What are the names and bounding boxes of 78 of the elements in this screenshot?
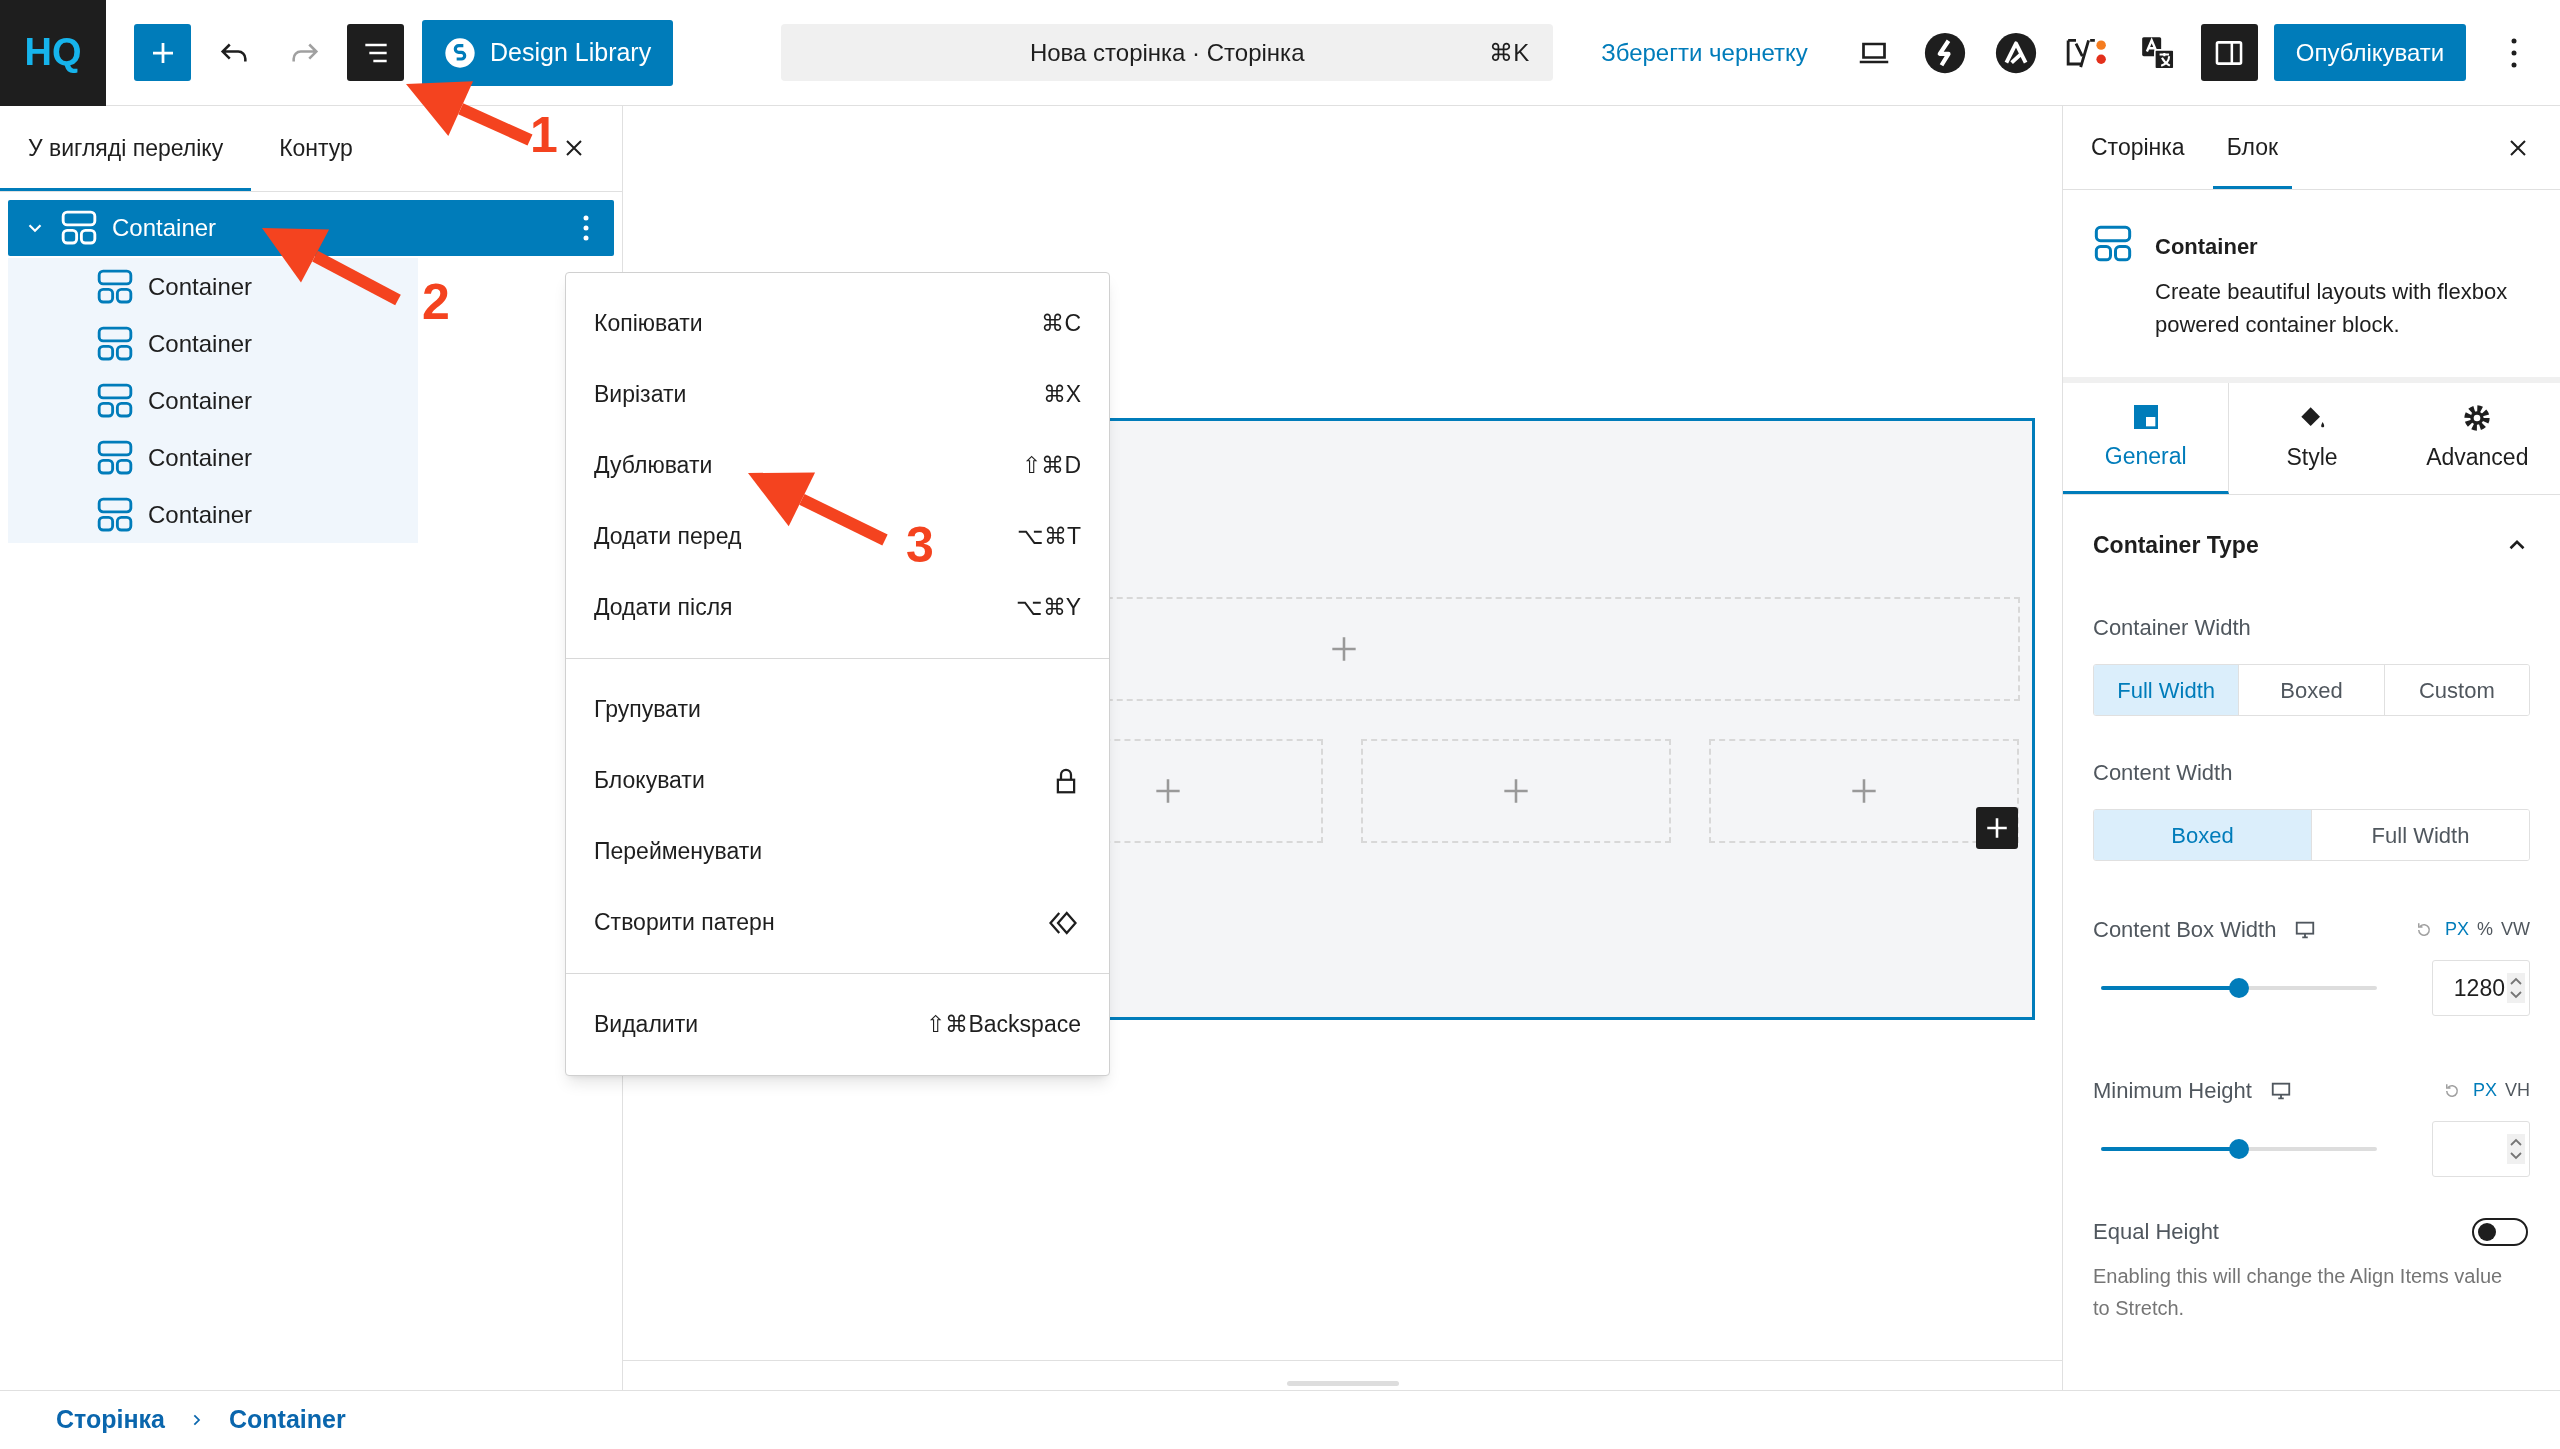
logo-icon [444,36,476,69]
field-label: Equal Height [2093,1218,2219,1246]
container-icon [2093,224,2133,264]
container-icon [60,209,98,247]
add-icon [1154,777,1182,805]
resize-handle[interactable] [1286,1381,1399,1386]
menu-item[interactable]: Створити патерн [566,887,1109,958]
add-icon [1502,777,1530,805]
settings-tab[interactable]: Advanced [2394,383,2560,494]
panel-tab[interactable]: Блок [2212,106,2292,189]
container-icon [96,438,134,477]
help-text: Enabling this will change the Align Items value to Stretch. [2093,1264,2504,1321]
segment-option[interactable]: Full Width [2311,810,2529,860]
panel-tab[interactable]: Сторінка [2077,106,2199,189]
list-view-button[interactable] [347,24,404,81]
tree-item[interactable]: Container [8,200,614,256]
publish-button[interactable]: Опублікувати [2273,24,2467,81]
letter-logo-icon [1995,31,2038,74]
menu-item[interactable]: Додати після ⌥⌘Y [566,572,1109,643]
sidebar-toggle-button[interactable] [2200,24,2258,81]
slider-thumb[interactable] [2229,1139,2249,1159]
tree-item[interactable]: Container [8,315,418,372]
container-icon [96,324,134,363]
segment-option[interactable]: Custom [2383,665,2529,715]
menu-item[interactable]: Групувати [566,674,1109,745]
field-label: Content Box Width [2093,916,2277,944]
slider-track[interactable] [2101,1139,2377,1159]
command-bar[interactable]: Нова сторінка · Сторінка ⌘K [781,24,1554,81]
segment-option[interactable]: Full Width [2094,665,2239,715]
save-draft-button[interactable]: Зберегти чернетку [1601,34,1808,71]
annotation-number: 2 [422,277,450,327]
container-icon [96,267,134,306]
add-icon [1850,777,1878,805]
tree-item[interactable]: Container [8,429,418,486]
number-input[interactable]: 1280 [2432,960,2530,1016]
plus-icon [1984,815,2010,841]
menu-item[interactable]: Копіювати ⌘C [566,288,1109,359]
tree-item[interactable]: Container [8,258,418,315]
tree-item[interactable]: Container [8,372,418,429]
field-label: Content Width [2093,759,2234,787]
settings-tab[interactable]: General [2063,383,2230,494]
unit-option[interactable]: PX [2444,916,2469,943]
annotation-number: 3 [906,520,934,570]
spinner-icon [2507,973,2525,1003]
annotation-number: 1 [530,110,558,160]
unit-option[interactable]: % [2477,916,2493,943]
tree-item[interactable]: Container [8,486,418,543]
panel-tab[interactable]: У вигляді переліку [0,106,252,191]
block-title: Container [2155,233,2259,261]
unit-option[interactable]: VH [2505,1077,2530,1104]
design-library-button[interactable]: Design Library [422,19,674,86]
block-description: Create beautiful layouts with flexbox powered container block. [2155,278,2509,339]
settings-tab[interactable]: Style [2229,383,2395,494]
breadcrumb-link[interactable]: Container [229,1401,346,1439]
unit-option[interactable]: VW [2501,916,2530,943]
menu-item[interactable]: Вирізати ⌘X [566,359,1109,430]
menu-item[interactable]: Перейменувати [566,816,1109,887]
menu-item[interactable]: Блокувати [566,745,1109,816]
menu-item[interactable]: Дублювати ⇧⌘D [566,430,1109,501]
field-label: Minimum Height [2093,1077,2252,1105]
toggle-switch[interactable] [2472,1217,2528,1246]
container-icon [96,495,134,534]
menu-item[interactable]: Видалити ⇧⌘Backspace [566,989,1109,1060]
bolt-icon [1924,31,1967,74]
field-label: Container Width [2093,614,2252,642]
number-input[interactable] [2432,1121,2530,1177]
add-block-button[interactable] [1976,807,2018,849]
container-icon [96,381,134,420]
add-icon [1330,635,1358,663]
panel-tab[interactable]: Контур [251,106,381,191]
more-icon [582,214,590,242]
section-header[interactable]: Container Type [2093,525,2530,565]
slider-track[interactable] [2101,978,2377,998]
unit-option[interactable]: PX [2472,1077,2497,1104]
slider-thumb[interactable] [2229,978,2249,998]
spinner-icon [2507,1134,2525,1164]
breadcrumb-link[interactable]: Сторінка [56,1401,165,1439]
segment-option[interactable]: Boxed [2094,810,2311,860]
